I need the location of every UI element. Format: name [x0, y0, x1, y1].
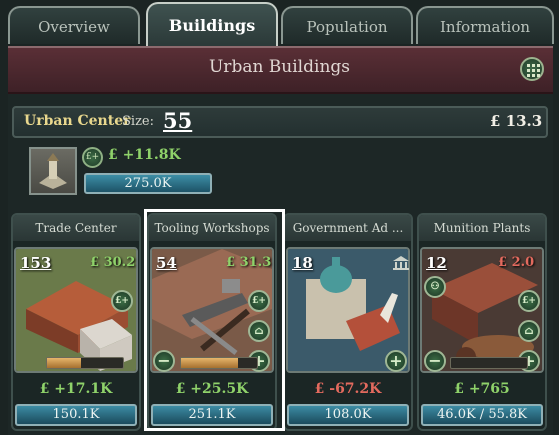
urban-center-income: £ +11.8K [108, 147, 181, 163]
urban-size-label: Size: [122, 114, 154, 129]
finance-icon[interactable]: £+ [111, 290, 133, 312]
pops-icon[interactable]: ⚇ [424, 276, 446, 298]
urban-center-icon [39, 153, 67, 189]
downsize-button[interactable]: − [424, 350, 446, 372]
building-name: Munition Plants [419, 215, 545, 241]
finance-icon[interactable]: £+ [518, 290, 540, 312]
building-level[interactable]: 153 [20, 254, 51, 272]
construction-progress [46, 357, 124, 369]
tab-information[interactable]: Information [416, 6, 554, 44]
building-value-bar: 46.0K / 55.8K [421, 404, 543, 426]
tab-buildings[interactable]: Buildings [146, 2, 278, 46]
building-profit: £ 2.0 [498, 255, 535, 270]
building-income: £ +17.1K [39, 381, 113, 397]
tab-overview[interactable]: Overview [8, 6, 140, 44]
building-name: Trade Center [13, 215, 139, 241]
building-income: £ -67.2K [314, 381, 382, 397]
page-title: Urban Buildings [208, 57, 350, 77]
building-income: £ +765 [454, 381, 510, 397]
expand-button[interactable]: + [385, 350, 407, 372]
urban-center-money: £ 13.3 [490, 112, 543, 130]
building-level[interactable]: 18 [292, 254, 313, 272]
building-name: Government Ad ... [285, 215, 411, 241]
tab-population[interactable]: Population [281, 6, 413, 44]
building-value-bar: 150.1K [15, 404, 137, 426]
government-icon [392, 255, 410, 271]
selected-card-highlight [144, 209, 285, 431]
urban-center-thumbnail[interactable] [29, 147, 77, 195]
grid-icon [527, 64, 540, 77]
expand-icon[interactable]: £+ [82, 147, 103, 168]
building-value-bar: 108.0K [287, 404, 409, 426]
progress-fill [47, 358, 82, 368]
urban-center-value-bar: 275.0K [84, 173, 212, 194]
urban-size-value[interactable]: 55 [163, 108, 192, 133]
construction-progress [450, 357, 528, 369]
ownership-icon[interactable]: ⌂ [518, 320, 540, 342]
building-profit: £ 30.2 [90, 255, 136, 270]
building-level[interactable]: 12 [426, 254, 447, 272]
grid-view-button[interactable] [520, 57, 544, 81]
urban-center-label: Urban Center [24, 113, 131, 129]
